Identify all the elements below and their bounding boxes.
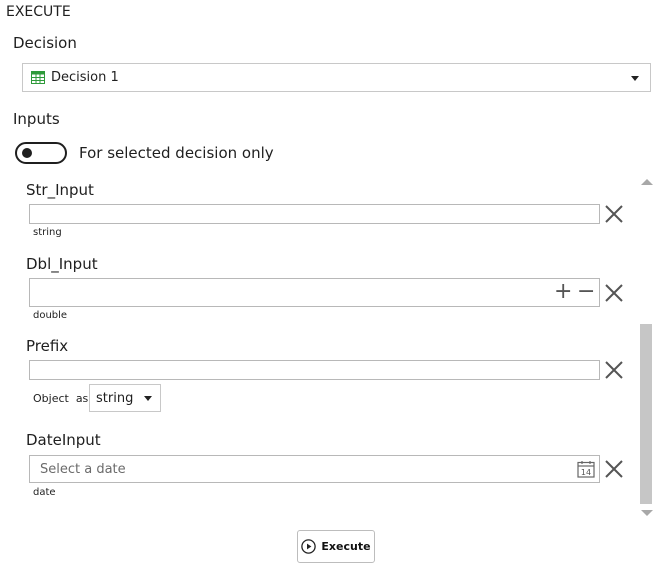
decision-select-value: Decision 1 xyxy=(51,70,119,85)
field-label-prefix: Prefix xyxy=(26,337,69,355)
dbl-input-field[interactable] xyxy=(29,278,600,307)
toggle-knob xyxy=(22,148,32,158)
calendar-day-text: 14 xyxy=(581,468,591,477)
object-type-select[interactable]: string xyxy=(89,384,161,412)
object-type-value: string xyxy=(96,390,134,406)
type-hint-date: date xyxy=(33,487,56,498)
clear-icon[interactable] xyxy=(603,203,625,225)
type-hint-string: string xyxy=(33,227,62,238)
clear-icon[interactable] xyxy=(603,359,625,381)
play-icon xyxy=(301,539,317,554)
decrement-button[interactable]: − xyxy=(577,281,595,303)
execute-label: Execute xyxy=(321,540,371,553)
decision-select[interactable]: Decision 1 xyxy=(22,63,651,92)
panel-title: EXECUTE xyxy=(6,4,71,20)
table-icon xyxy=(31,71,45,84)
chevron-down-icon xyxy=(144,396,152,401)
field-label-date-input: DateInput xyxy=(26,431,101,449)
date-placeholder: Select a date xyxy=(40,461,126,477)
inputs-label: Inputs xyxy=(13,110,60,128)
date-input-field[interactable]: Select a date 14 xyxy=(29,455,600,483)
scroll-down-icon[interactable] xyxy=(641,510,653,516)
field-label-dbl-input: Dbl_Input xyxy=(26,255,98,273)
selected-decision-toggle[interactable] xyxy=(15,142,67,164)
toggle-label: For selected decision only xyxy=(79,144,274,162)
field-label-str-input: Str_Input xyxy=(26,181,94,199)
chevron-down-icon xyxy=(631,76,639,81)
calendar-icon[interactable]: 14 xyxy=(577,460,595,478)
str-input-field[interactable] xyxy=(29,204,600,224)
object-as-label: Object as xyxy=(33,392,89,405)
execute-button[interactable]: Execute xyxy=(297,530,375,563)
vertical-scrollbar[interactable] xyxy=(640,176,653,518)
type-hint-double: double xyxy=(33,310,68,321)
scroll-up-icon[interactable] xyxy=(641,179,653,185)
decision-label: Decision xyxy=(13,34,77,52)
scroll-thumb[interactable] xyxy=(640,324,652,504)
clear-icon[interactable] xyxy=(603,458,625,480)
clear-icon[interactable] xyxy=(603,282,625,304)
increment-button[interactable]: + xyxy=(554,281,572,303)
prefix-input-field[interactable] xyxy=(29,360,600,380)
